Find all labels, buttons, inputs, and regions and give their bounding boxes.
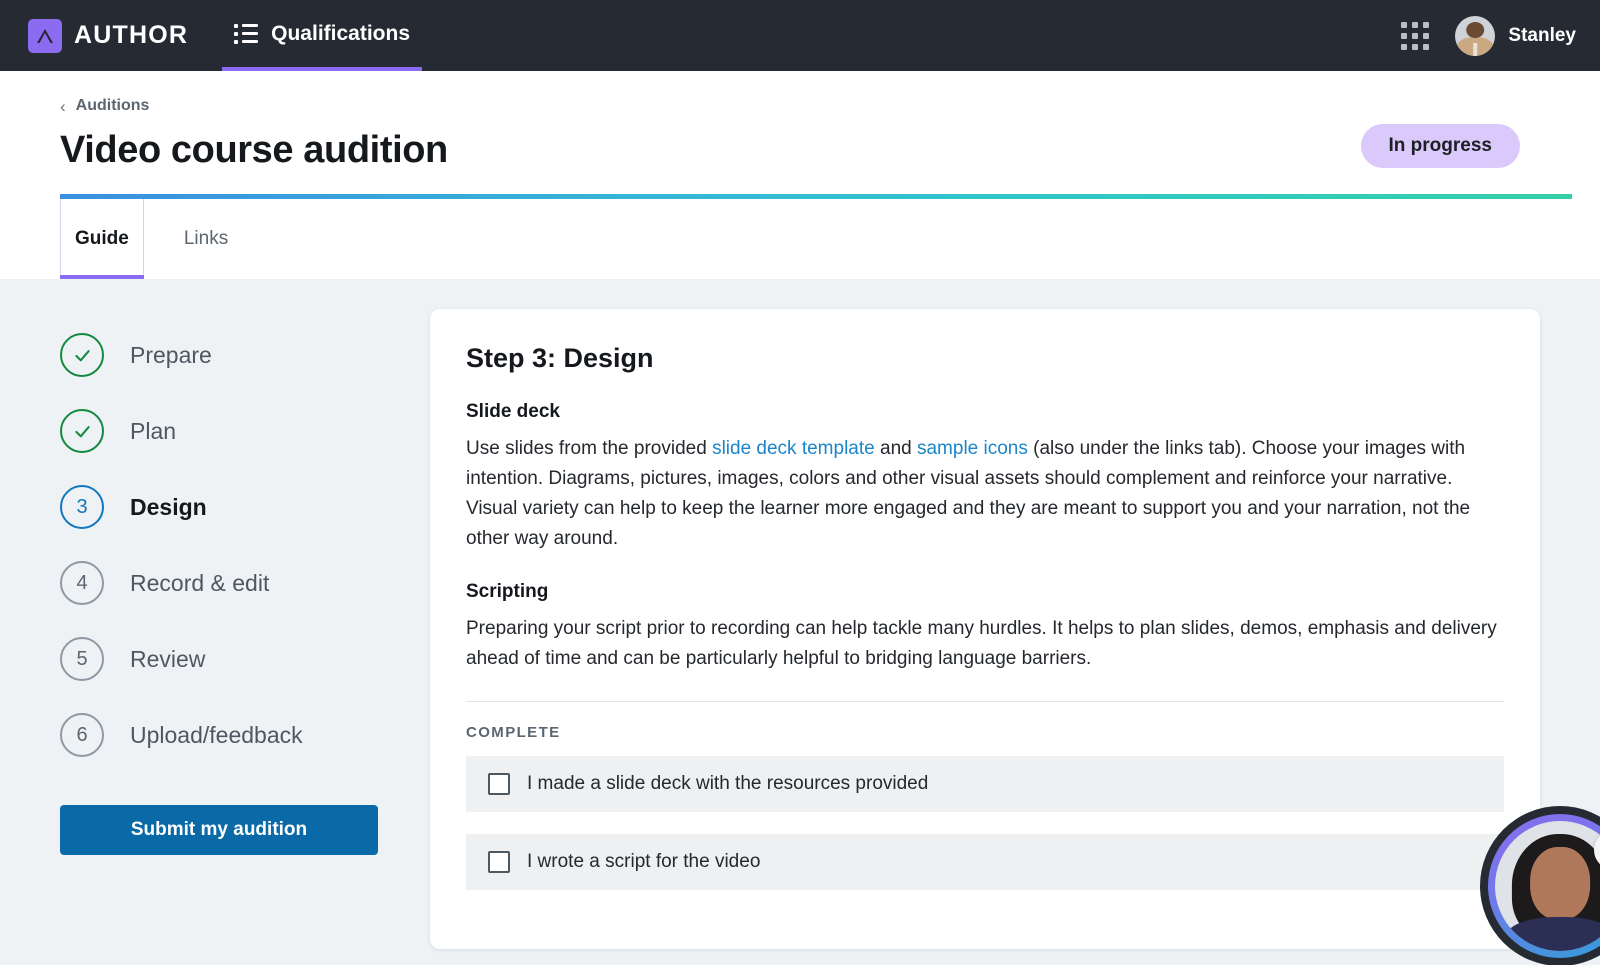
nav-tab-qualifications[interactable]: Qualifications (222, 0, 422, 71)
sidebar-step-upload-feedback[interactable]: 6 Upload/feedback (60, 697, 430, 773)
section-paragraph-scripting: Preparing your script prior to recording… (466, 614, 1504, 674)
tab-guide-label: Guide (75, 228, 129, 250)
tab-links[interactable]: Links (170, 199, 242, 279)
chevron-up-glyph (35, 27, 55, 45)
step-circle-done (60, 333, 104, 377)
grid-apps-icon[interactable] (1401, 22, 1429, 50)
video-avatar-ring: ? (1488, 814, 1600, 958)
text-fragment: and (875, 438, 917, 459)
checklist-item[interactable]: I wrote a script for the video (466, 834, 1504, 890)
avatar (1455, 16, 1495, 56)
content-title: Step 3: Design (466, 343, 1504, 374)
content-card: Step 3: Design Slide deck Use slides fro… (430, 309, 1540, 949)
nav-tab-label: Qualifications (271, 22, 410, 46)
checklist-item-label: I made a slide deck with the resources p… (527, 773, 928, 795)
sidebar-step-label: Plan (130, 418, 176, 445)
tab-links-label: Links (184, 228, 228, 250)
video-avatar-image (1495, 821, 1600, 951)
section-heading-slide-deck: Slide deck (466, 401, 1504, 423)
text-fragment: Use slides from the provided (466, 438, 712, 459)
checkbox-unchecked[interactable] (488, 773, 510, 795)
sidebar-step-label: Review (130, 646, 205, 673)
list-icon (234, 24, 258, 44)
tab-guide[interactable]: Guide (60, 199, 144, 279)
page-header: ‹ Auditions Video course audition In pro… (0, 71, 1600, 199)
step-sidebar: Prepare Plan 3 Design 4 Record & edit (0, 309, 430, 965)
user-menu[interactable]: Stanley (1455, 16, 1576, 56)
section-paragraph-slide-deck: Use slides from the provided slide deck … (466, 434, 1504, 554)
top-navigation-bar: AUTHOR Qualifications Stanley (0, 0, 1600, 71)
check-icon (72, 345, 93, 366)
sidebar-step-label: Record & edit (130, 570, 269, 597)
step-number: 6 (76, 724, 87, 747)
sidebar-step-label: Prepare (130, 342, 212, 369)
step-circle-todo: 5 (60, 637, 104, 681)
sidebar-step-record-edit[interactable]: 4 Record & edit (60, 545, 430, 621)
step-circle-todo: 6 (60, 713, 104, 757)
nav-right-group: Stanley (1401, 16, 1576, 56)
chevron-left-icon: ‹ (60, 98, 66, 115)
sidebar-step-label: Design (130, 494, 207, 521)
breadcrumb-label: Auditions (76, 97, 150, 115)
author-chevron-logo-icon (28, 19, 62, 53)
section-heading-scripting: Scripting (466, 581, 1504, 603)
link-slide-deck-template[interactable]: slide deck template (712, 438, 875, 459)
sidebar-step-design[interactable]: 3 Design (60, 469, 430, 545)
step-number: 3 (76, 496, 87, 519)
workspace: Prepare Plan 3 Design 4 Record & edit (0, 279, 1600, 965)
page-title: Video course audition (60, 129, 1572, 172)
user-name: Stanley (1508, 25, 1576, 47)
checklist-item-label: I wrote a script for the video (527, 851, 760, 873)
gradient-divider (60, 194, 1572, 199)
sidebar-step-review[interactable]: 5 Review (60, 621, 430, 697)
brand-logo[interactable]: AUTHOR (28, 19, 188, 53)
checkbox-unchecked[interactable] (488, 851, 510, 873)
step-circle-current: 3 (60, 485, 104, 529)
checklist-item[interactable]: I made a slide deck with the resources p… (466, 756, 1504, 812)
step-number: 4 (76, 572, 87, 595)
sidebar-step-plan[interactable]: Plan (60, 393, 430, 469)
complete-section-label: COMPLETE (466, 724, 1504, 741)
link-sample-icons[interactable]: sample icons (917, 438, 1028, 459)
step-circle-todo: 4 (60, 561, 104, 605)
status-badge: In progress (1361, 124, 1520, 168)
step-circle-done (60, 409, 104, 453)
submit-audition-button[interactable]: Submit my audition (60, 805, 378, 855)
sidebar-step-prepare[interactable]: Prepare (60, 317, 430, 393)
breadcrumb[interactable]: ‹ Auditions (60, 97, 149, 115)
brand-name: AUTHOR (74, 21, 188, 50)
divider (466, 701, 1504, 702)
step-number: 5 (76, 648, 87, 671)
check-icon (72, 421, 93, 442)
tab-strip: Guide Links (0, 199, 1600, 279)
sidebar-step-label: Upload/feedback (130, 722, 303, 749)
